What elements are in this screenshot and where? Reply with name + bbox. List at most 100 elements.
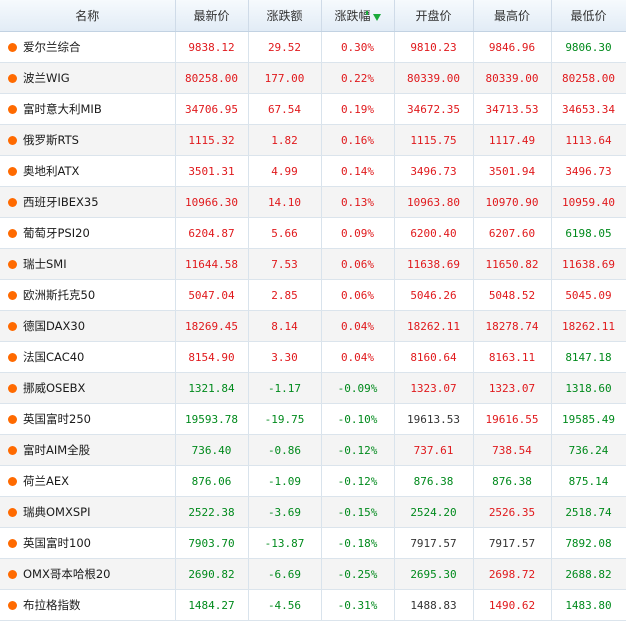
open-price-cell: 9810.23 (394, 31, 474, 63)
table-row[interactable]: 富时意大利MIB 34706.95 67.54 0.19% 34672.35 34713.… (0, 93, 626, 125)
bullet-dot-icon (8, 43, 17, 52)
table-row[interactable]: 德国DAX30 18269.45 8.14 0.04% 18262.11 18278.74… (0, 310, 626, 342)
table-row[interactable]: OMX哥本哈根20 2690.82 -6.69 -0.25% 2695.30 2698.7… (0, 558, 626, 590)
index-name-cell[interactable]: 葡萄牙PSI20 (0, 217, 176, 249)
market-quotes-table: 名称 最新价 涨跌额 涨跌幅 开盘价 最高价 最低价 爱尔兰综合 9838.12 2… (0, 0, 626, 621)
last-price-cell: 2690.82 (175, 558, 249, 590)
change-percent-cell: 0.06% (321, 279, 395, 311)
index-name-cell[interactable]: OMX哥本哈根20 (0, 558, 176, 590)
high-price-cell: 2698.72 (473, 558, 552, 590)
bullet-dot-icon (8, 477, 17, 486)
open-price-cell: 2695.30 (394, 558, 474, 590)
high-price-cell: 2526.35 (473, 496, 552, 528)
index-name-cell[interactable]: 富时AIM全股 (0, 434, 176, 466)
open-price-cell: 1115.75 (394, 124, 474, 156)
last-price-cell: 2522.38 (175, 496, 249, 528)
table-row[interactable]: 瑞典OMXSPI 2522.38 -3.69 -0.15% 2524.20 2526.35… (0, 496, 626, 528)
change-cell: -6.69 (248, 558, 322, 590)
index-name-cell[interactable]: 布拉格指数 (0, 589, 176, 621)
low-price-cell: 18262.11 (551, 310, 626, 342)
high-price-cell: 9846.96 (473, 31, 552, 63)
table-body: 爱尔兰综合 9838.12 29.52 0.30% 9810.23 9846.96 9806… (0, 31, 626, 621)
index-name-cell[interactable]: 欧洲斯托克50 (0, 279, 176, 311)
index-name-cell[interactable]: 西班牙IBEX35 (0, 186, 176, 218)
table-row[interactable]: 瑞士SMI 11644.58 7.53 0.06% 11638.69 11650.82 11… (0, 248, 626, 280)
last-price-cell: 80258.00 (175, 62, 249, 94)
last-price-cell: 1484.27 (175, 589, 249, 621)
column-header-open[interactable]: 开盘价 (394, 0, 474, 32)
column-header-low[interactable]: 最低价 (551, 0, 626, 32)
high-price-cell: 6207.60 (473, 217, 552, 249)
table-row[interactable]: 奥地利ATX 3501.31 4.99 0.14% 3496.73 3501.94 3496… (0, 155, 626, 187)
index-name-link[interactable]: 俄罗斯RTS (23, 133, 79, 147)
column-header-name[interactable]: 名称 (0, 0, 176, 32)
last-price-cell: 5047.04 (175, 279, 249, 311)
index-name-cell[interactable]: 法国CAC40 (0, 341, 176, 373)
index-name-link[interactable]: 瑞士SMI (23, 257, 67, 271)
change-cell: -19.75 (248, 403, 322, 435)
high-price-cell: 18278.74 (473, 310, 552, 342)
index-name-link[interactable]: 法国CAC40 (23, 350, 84, 364)
table-row[interactable]: 俄罗斯RTS 1115.32 1.82 0.16% 1115.75 1117.49 1113… (0, 124, 626, 156)
index-name-cell[interactable]: 波兰WIG (0, 62, 176, 94)
open-price-cell: 18262.11 (394, 310, 474, 342)
column-header-change-percent[interactable]: 涨跌幅 (321, 0, 395, 32)
table-row[interactable]: 富时AIM全股 736.40 -0.86 -0.12% 737.61 738.54 736.… (0, 434, 626, 466)
column-header-change[interactable]: 涨跌额 (248, 0, 322, 32)
index-name-link[interactable]: 葡萄牙PSI20 (23, 226, 90, 240)
table-row[interactable]: 荷兰AEX 876.06 -1.09 -0.12% 876.38 876.38 875.14 (0, 465, 626, 497)
high-price-cell: 11650.82 (473, 248, 552, 280)
table-row[interactable]: 法国CAC40 8154.90 3.30 0.04% 8160.64 8163.11 814… (0, 341, 626, 373)
index-name-link[interactable]: 瑞典OMXSPI (23, 505, 90, 519)
index-name-link[interactable]: 富时意大利MIB (23, 102, 102, 116)
index-name-cell[interactable]: 德国DAX30 (0, 310, 176, 342)
change-cell: -13.87 (248, 527, 322, 559)
table-row[interactable]: 爱尔兰综合 9838.12 29.52 0.30% 9810.23 9846.96 9806… (0, 31, 626, 63)
low-price-cell: 10959.40 (551, 186, 626, 218)
index-name-cell[interactable]: 富时意大利MIB (0, 93, 176, 125)
high-price-cell: 1323.07 (473, 372, 552, 404)
index-name-link[interactable]: 西班牙IBEX35 (23, 195, 99, 209)
table-row[interactable]: 西班牙IBEX35 10966.30 14.10 0.13% 10963.80 10970… (0, 186, 626, 218)
change-percent-cell: 0.19% (321, 93, 395, 125)
table-row[interactable]: 英国富时100 7903.70 -13.87 -0.18% 7917.57 7917.57… (0, 527, 626, 559)
column-header-high[interactable]: 最高价 (473, 0, 552, 32)
index-name-link[interactable]: 奥地利ATX (23, 164, 79, 178)
index-name-link[interactable]: 富时AIM全股 (23, 443, 90, 457)
index-name-cell[interactable]: 爱尔兰综合 (0, 31, 176, 63)
index-name-cell[interactable]: 挪威OSEBX (0, 372, 176, 404)
index-name-cell[interactable]: 英国富时250 (0, 403, 176, 435)
sort-down-arrow-icon[interactable] (372, 14, 381, 21)
index-name-link[interactable]: 挪威OSEBX (23, 381, 85, 395)
bullet-dot-icon (8, 136, 17, 145)
table-row[interactable]: 欧洲斯托克50 5047.04 2.85 0.06% 5046.26 5048.52 504… (0, 279, 626, 311)
index-name-cell[interactable]: 奥地利ATX (0, 155, 176, 187)
index-name-link[interactable]: 波兰WIG (23, 71, 70, 85)
change-percent-cell: -0.31% (321, 589, 395, 621)
index-name-link[interactable]: 英国富时100 (23, 536, 91, 550)
column-header-last-price[interactable]: 最新价 (175, 0, 249, 32)
change-cell: 14.10 (248, 186, 322, 218)
low-price-cell: 7892.08 (551, 527, 626, 559)
index-name-link[interactable]: 荷兰AEX (23, 474, 69, 488)
index-name-link[interactable]: 爱尔兰综合 (23, 40, 81, 54)
table-row[interactable]: 布拉格指数 1484.27 -4.56 -0.31% 1488.83 1490.62 148… (0, 589, 626, 621)
index-name-cell[interactable]: 瑞典OMXSPI (0, 496, 176, 528)
table-row[interactable]: 波兰WIG 80258.00 177.00 0.22% 80339.00 80339.00… (0, 62, 626, 94)
index-name-link[interactable]: 欧洲斯托克50 (23, 288, 95, 302)
index-name-link[interactable]: 英国富时250 (23, 412, 91, 426)
low-price-cell: 9806.30 (551, 31, 626, 63)
bullet-dot-icon (8, 415, 17, 424)
index-name-cell[interactable]: 荷兰AEX (0, 465, 176, 497)
index-name-link[interactable]: 布拉格指数 (23, 598, 81, 612)
last-price-cell: 34706.95 (175, 93, 249, 125)
index-name-cell[interactable]: 瑞士SMI (0, 248, 176, 280)
index-name-cell[interactable]: 英国富时100 (0, 527, 176, 559)
index-name-cell[interactable]: 俄罗斯RTS (0, 124, 176, 156)
table-row[interactable]: 英国富时250 19593.78 -19.75 -0.10% 19613.53 19616… (0, 403, 626, 435)
table-row[interactable]: 挪威OSEBX 1321.84 -1.17 -0.09% 1323.07 1323.07 1… (0, 372, 626, 404)
index-name-link[interactable]: 德国DAX30 (23, 319, 85, 333)
table-row[interactable]: 葡萄牙PSI20 6204.87 5.66 0.09% 6200.40 6207.60 61… (0, 217, 626, 249)
index-name-link[interactable]: OMX哥本哈根20 (23, 567, 111, 581)
last-price-cell: 18269.45 (175, 310, 249, 342)
